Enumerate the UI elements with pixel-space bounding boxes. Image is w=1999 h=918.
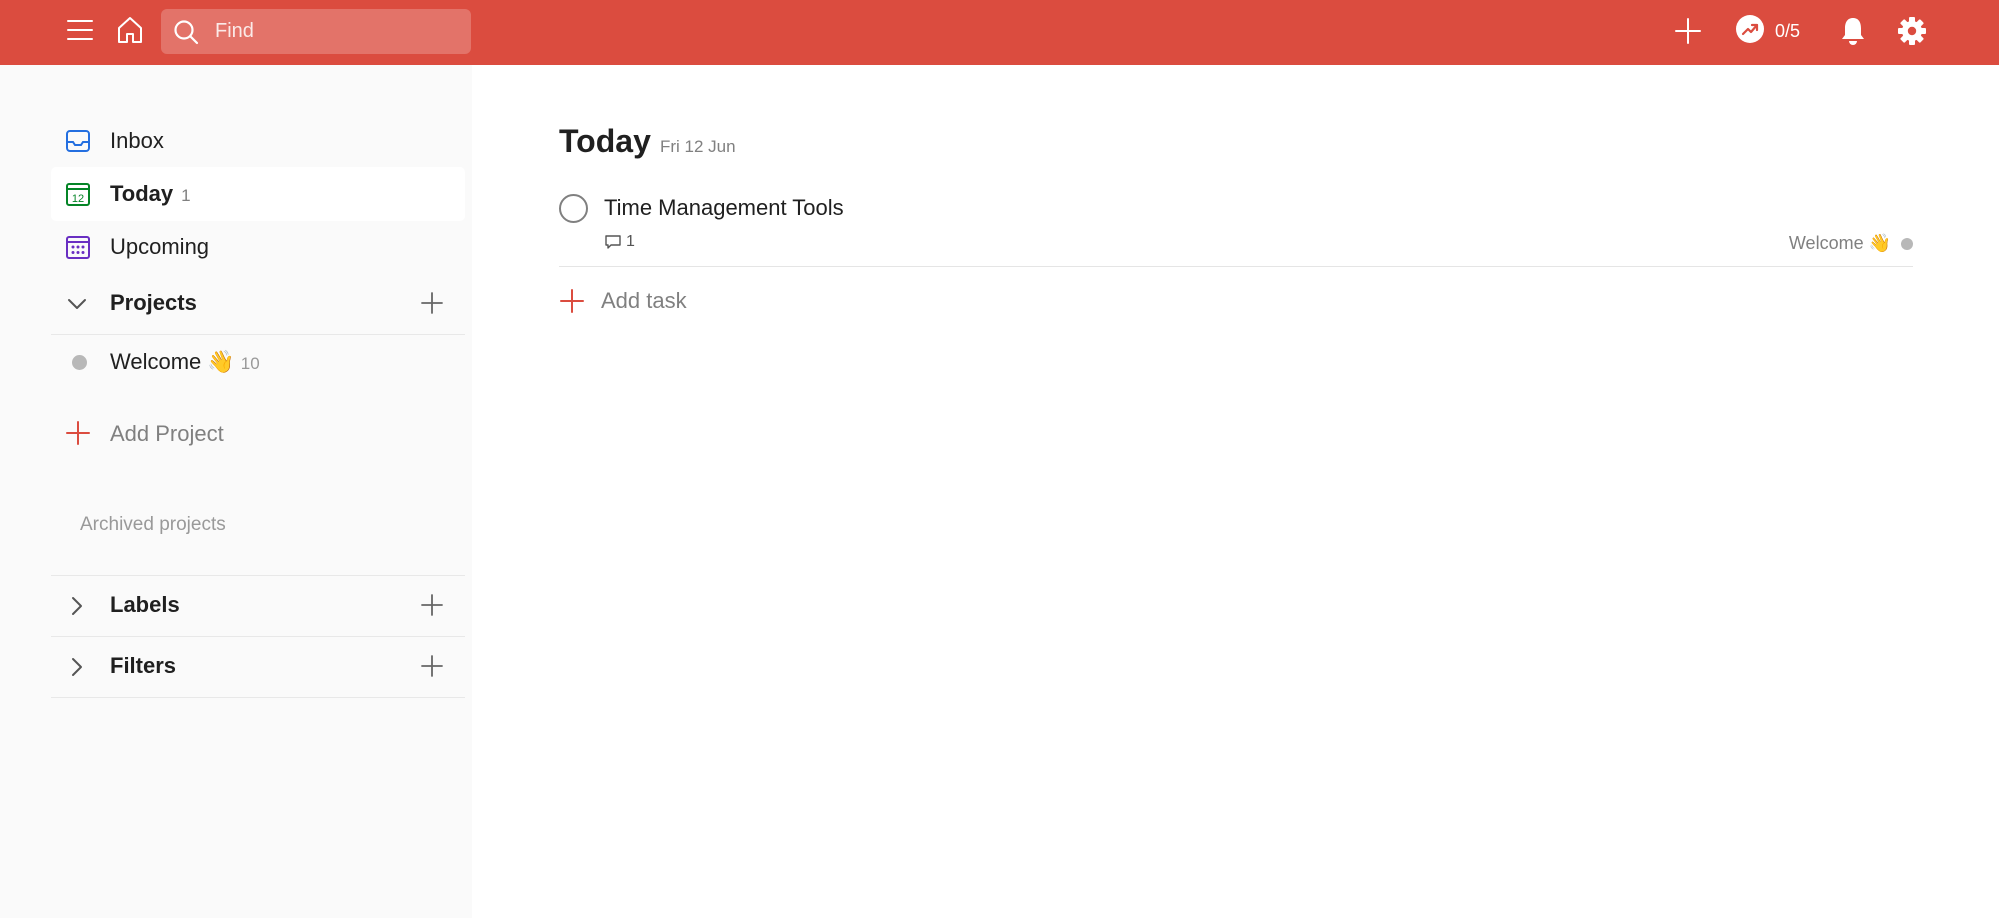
page-title: Today	[559, 123, 651, 159]
project-label: Welcome 👋	[110, 349, 235, 374]
task-project-link[interactable]: Welcome 👋	[1789, 233, 1913, 254]
chevron-right-icon[interactable]	[65, 655, 89, 679]
productivity-button[interactable]: 0/5	[1735, 13, 1800, 49]
sidebar-item-label: Upcoming	[110, 234, 210, 259]
home-icon[interactable]	[112, 11, 148, 49]
search-input[interactable]	[215, 9, 455, 54]
project-item-welcome[interactable]: Welcome 👋 10	[51, 334, 465, 390]
sidebar-item-label: Inbox	[110, 128, 164, 153]
task-row[interactable]: Time Management Tools 1 Welcome 👋	[559, 185, 1913, 267]
add-label-plus-icon[interactable]	[419, 592, 445, 618]
project-count: 10	[240, 354, 260, 373]
top-bar: 0/5	[0, 0, 1999, 65]
sidebar-item-inbox[interactable]: Inbox	[51, 114, 465, 168]
project-label-wrap: Welcome 👋 10	[110, 349, 260, 375]
add-project-plus-icon[interactable]	[419, 290, 445, 316]
sidebar-item-label: Today	[110, 181, 174, 206]
divider	[51, 697, 465, 698]
projects-label: Projects	[110, 290, 197, 315]
sidebar-item-today[interactable]: 12 Today 1	[51, 167, 465, 221]
sidebar-item-upcoming[interactable]: Upcoming	[51, 220, 465, 274]
productivity-icon	[1735, 14, 1765, 49]
gear-icon[interactable]	[1895, 13, 1929, 49]
productivity-count: 0/5	[1775, 20, 1801, 41]
search-bar[interactable]	[161, 9, 471, 54]
comment-count: 1	[626, 233, 635, 250]
task-count: 1	[181, 186, 191, 205]
add-project-button[interactable]: Add Project	[51, 405, 465, 461]
task-comments[interactable]: 1	[604, 233, 635, 251]
project-color-dot	[1901, 237, 1913, 250]
main-content: Today Fri 12 Jun Time Management Tools 1…	[472, 65, 1999, 918]
labels-label: Labels	[110, 592, 180, 617]
search-icon	[173, 19, 199, 45]
page-date: Fri 12 Jun	[660, 137, 736, 156]
sidebar: Inbox 12 Today 1 Upcoming Projects Welcom…	[0, 65, 472, 918]
bell-icon[interactable]	[1836, 13, 1870, 49]
project-color-dot	[72, 355, 87, 370]
plus-icon	[65, 420, 91, 446]
calendar-today-icon: 12	[65, 181, 91, 207]
filters-label: Filters	[110, 653, 177, 678]
inbox-icon	[65, 128, 91, 154]
calendar-day-number: 12	[72, 193, 84, 205]
add-filter-plus-icon[interactable]	[419, 653, 445, 679]
quick-add-icon[interactable]	[1671, 13, 1705, 49]
task-project-label: Welcome 👋	[1788, 233, 1891, 253]
add-task-label: Add task	[601, 288, 687, 313]
comment-icon	[605, 235, 621, 249]
task-complete-checkbox[interactable]	[559, 194, 588, 223]
sidebar-item-label-wrap: Today 1	[110, 181, 191, 207]
menu-icon[interactable]	[63, 13, 97, 47]
task-title[interactable]: Time Management Tools	[604, 195, 844, 221]
calendar-upcoming-icon	[65, 234, 91, 260]
add-project-label: Add Project	[110, 421, 224, 446]
plus-icon	[559, 288, 585, 314]
labels-section-header[interactable]: Labels	[51, 576, 465, 636]
filters-section-header[interactable]: Filters	[51, 637, 465, 697]
chevron-right-icon[interactable]	[65, 594, 89, 618]
chevron-down-icon[interactable]	[65, 292, 89, 316]
projects-section-header[interactable]: Projects	[51, 274, 465, 334]
add-task-button[interactable]: Add task	[559, 283, 687, 319]
archived-projects-link[interactable]: Archived projects	[80, 514, 226, 536]
